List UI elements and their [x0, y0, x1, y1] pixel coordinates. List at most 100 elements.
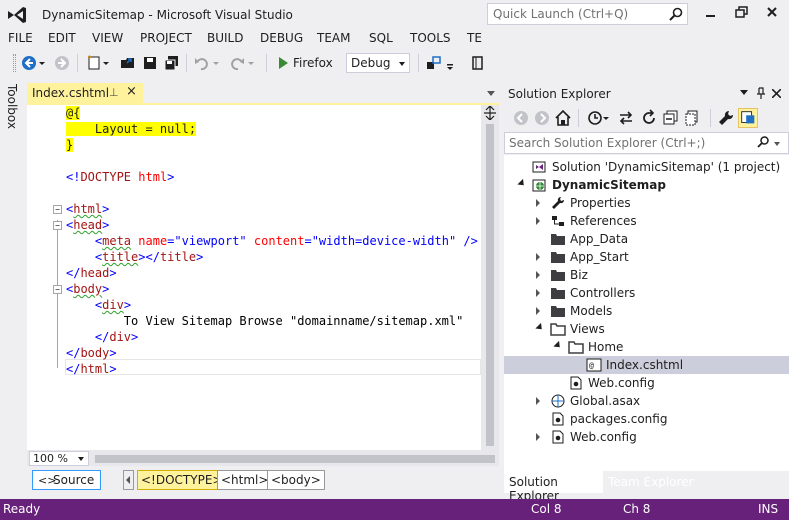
breadcrumb-scroll-left-button[interactable] [123, 470, 134, 490]
collapse-arrow-icon[interactable] [517, 178, 527, 189]
preview-selected-items-icon[interactable] [738, 108, 758, 128]
tab-team-explorer[interactable]: Team Explorer [608, 475, 694, 489]
code-token: /> [456, 234, 478, 248]
tree-item[interactable]: Controllers [504, 284, 789, 302]
tree-item[interactable]: Global.asax [504, 392, 789, 410]
restore-button[interactable] [727, 4, 755, 22]
tree-item[interactable]: @ Index.cshtml [504, 356, 789, 374]
home-icon[interactable] [554, 109, 572, 127]
breadcrumb-doctype[interactable]: <!DOCTYPE> [137, 470, 227, 490]
properties-wrench-icon[interactable] [717, 109, 735, 127]
close-window-button[interactable] [758, 4, 786, 22]
menu-debug[interactable]: DEBUG [260, 31, 303, 45]
expand-arrow-icon[interactable] [536, 271, 540, 279]
close-tab-icon[interactable]: × [126, 84, 137, 99]
expand-arrow-icon[interactable] [536, 199, 540, 207]
solution-configuration-dropdown[interactable]: Debug [346, 53, 410, 73]
solution-explorer-search-input[interactable]: Search Solution Explorer (Ctrl+;) [504, 132, 789, 154]
navigate-forward-icon[interactable] [53, 54, 71, 72]
tree-item[interactable]: DynamicSitemap [504, 176, 789, 194]
collapse-all-icon[interactable] [662, 109, 680, 127]
new-project-dropdown-icon[interactable] [102, 54, 110, 72]
tab-list-dropdown-icon[interactable] [487, 91, 495, 96]
tree-item[interactable]: App_Data [504, 230, 789, 248]
toolbar-separator [77, 54, 78, 72]
menu-tools[interactable]: TOOLS [410, 31, 451, 45]
redo-icon[interactable] [228, 54, 246, 72]
tree-item[interactable]: Web.config [504, 374, 789, 392]
tree-item[interactable]: Models [504, 302, 789, 320]
find-in-files-icon[interactable] [425, 54, 443, 72]
undo-icon[interactable] [193, 54, 211, 72]
pin-tab-icon[interactable]: ⊥ [109, 86, 119, 99]
menu-view[interactable]: VIEW [92, 31, 123, 45]
breadcrumb-html[interactable]: <html> [217, 470, 273, 490]
back-icon[interactable] [512, 109, 530, 127]
refresh-icon[interactable] [640, 109, 658, 127]
code-editor[interactable]: − − − @{ Layout = null;} <!DOCTYPE html> <… [27, 105, 499, 466]
vertical-scroll-thumb[interactable] [486, 124, 494, 446]
sync-with-active-document-icon[interactable] [617, 109, 635, 127]
expand-arrow-icon[interactable] [536, 253, 540, 261]
expand-arrow-icon[interactable] [536, 397, 540, 405]
forward-icon[interactable] [533, 109, 551, 127]
tree-item[interactable]: Views [504, 320, 789, 338]
toolbar-grip[interactable] [13, 54, 16, 72]
open-file-icon[interactable] [119, 54, 137, 72]
collapse-arrow-icon[interactable] [535, 322, 545, 333]
menu-edit[interactable]: EDIT [48, 31, 76, 45]
zoom-level-dropdown[interactable]: 100 % [29, 451, 89, 466]
split-window-icon[interactable] [484, 106, 496, 120]
collapse-head-icon[interactable]: − [53, 221, 62, 230]
toolbox-tab[interactable]: Toolbox [5, 84, 19, 129]
toolbar-overflow-icon[interactable] [445, 54, 455, 72]
quick-launch-input[interactable]: Quick Launch (Ctrl+Q) [487, 3, 688, 25]
tab-solution-explorer[interactable]: Solution Explorer [504, 471, 603, 503]
expand-arrow-icon[interactable] [536, 289, 540, 297]
window-position-dropdown-icon[interactable] [740, 90, 748, 96]
expand-arrow-icon[interactable] [536, 217, 540, 225]
filter-dropdown-icon[interactable] [602, 109, 610, 127]
code-text-area[interactable]: − − − @{ Layout = null;} <!DOCTYPE html> <… [27, 105, 481, 450]
show-all-files-icon[interactable] [683, 109, 701, 127]
vertical-scrollbar[interactable] [481, 105, 499, 450]
collapse-html-icon[interactable]: − [53, 205, 62, 214]
tree-item[interactable]: Home [504, 338, 789, 356]
save-all-icon[interactable] [163, 54, 181, 72]
collapse-arrow-icon[interactable] [553, 340, 563, 351]
expand-arrow-icon[interactable] [536, 307, 540, 315]
start-debugging-icon[interactable] [274, 54, 292, 72]
tree-item[interactable]: References [504, 212, 789, 230]
back-dropdown-icon[interactable] [38, 54, 46, 72]
horizontal-scroll-thumb[interactable] [95, 455, 495, 463]
search-options-dropdown-icon[interactable] [774, 142, 780, 146]
menu-sql[interactable]: SQL [369, 31, 393, 45]
undo-dropdown-icon[interactable] [212, 54, 220, 72]
tree-item[interactable]: packages.config [504, 410, 789, 428]
breadcrumb-body[interactable]: <body> [267, 470, 325, 490]
status-insert-mode: INS [758, 502, 779, 516]
expand-arrow-icon[interactable] [536, 433, 540, 441]
menu-team[interactable]: TEAM [317, 31, 350, 45]
save-icon[interactable] [141, 54, 159, 72]
tree-item[interactable]: App_Start [504, 248, 789, 266]
close-panel-icon[interactable] [772, 89, 781, 98]
toolbar-extra-icon[interactable] [469, 54, 487, 72]
tree-item[interactable]: Solution 'DynamicSitemap' (1 project) [504, 158, 789, 176]
collapse-body-icon[interactable]: − [53, 285, 62, 294]
new-project-icon[interactable] [85, 54, 103, 72]
tree-item[interactable]: Web.config [504, 428, 789, 446]
auto-hide-pin-icon[interactable] [756, 87, 766, 99]
navigate-back-icon[interactable] [20, 54, 38, 72]
menu-project[interactable]: PROJECT [140, 31, 192, 45]
redo-dropdown-icon[interactable] [247, 54, 255, 72]
menu-test[interactable]: TE [467, 31, 482, 45]
run-target-label[interactable]: Firefox [293, 56, 333, 70]
minimize-button[interactable] [696, 4, 724, 22]
menu-file[interactable]: FILE [8, 31, 33, 45]
source-view-button[interactable]: <> Source [32, 470, 101, 490]
menu-build[interactable]: BUILD [207, 31, 243, 45]
tree-item[interactable]: Biz [504, 266, 789, 284]
tree-item[interactable]: Properties [504, 194, 789, 212]
tab-index-cshtml[interactable]: Index.cshtml ⊥ × [27, 83, 143, 103]
